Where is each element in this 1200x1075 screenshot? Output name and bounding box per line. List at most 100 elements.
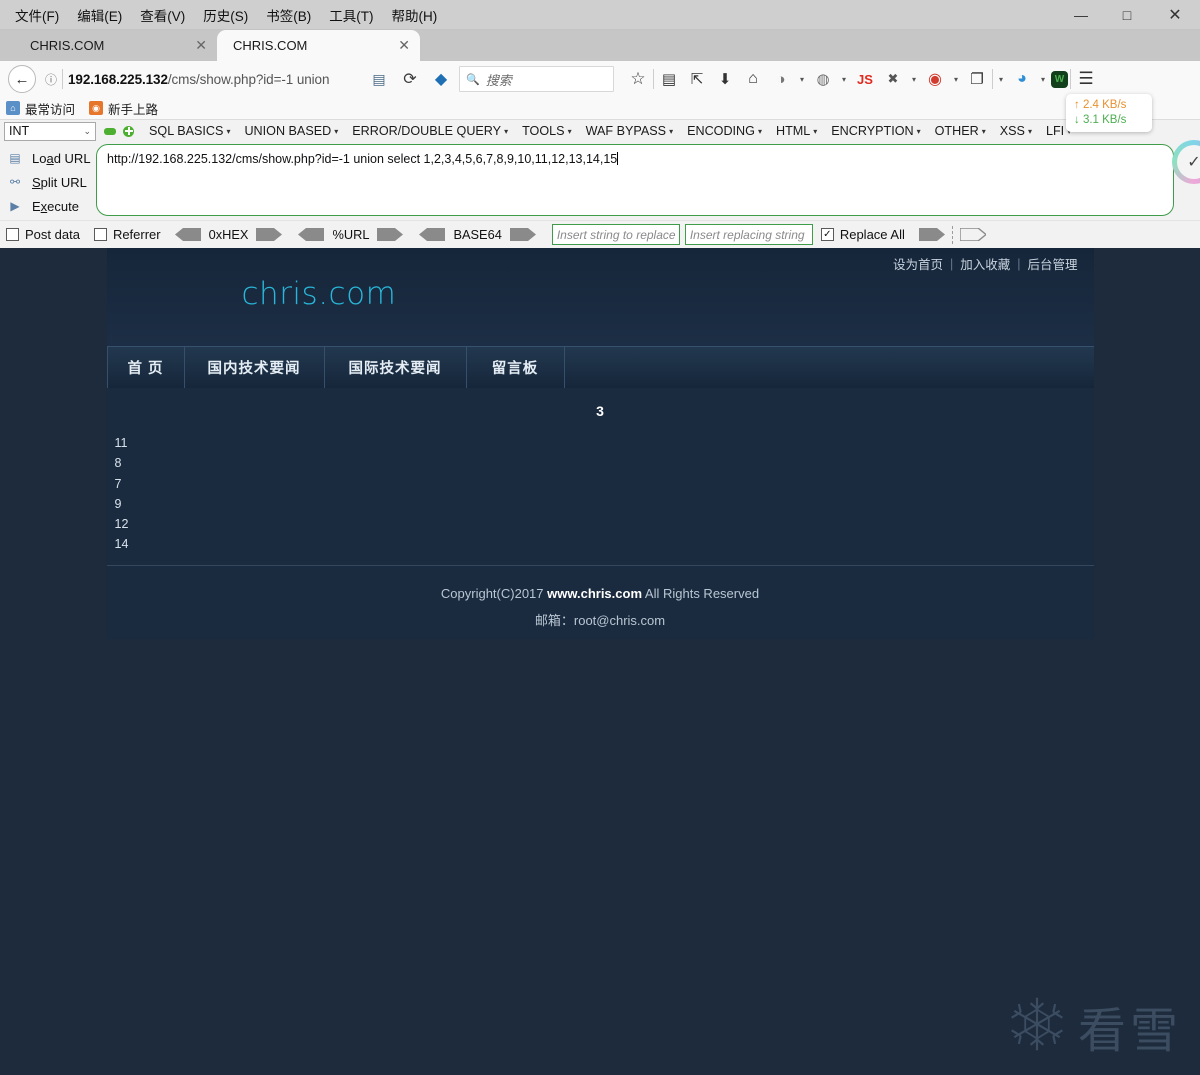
menu-view[interactable]: 查看(V) (131, 1, 194, 29)
reload-icon[interactable]: ⟳ (397, 66, 423, 92)
lure-icon[interactable]: ◉ (922, 66, 948, 92)
execute-button[interactable]: ▶ Execute (0, 194, 96, 218)
menu-tools[interactable]: TOOLS ▾ (515, 124, 578, 138)
link-admin-panel[interactable]: 后台管理 (1027, 254, 1077, 273)
replace-all-checkbox[interactable]: ✓ Replace All (820, 227, 905, 242)
footer-site-name: www.chris.com (547, 585, 643, 601)
tab-chris-com-2[interactable]: CHRIS.COM ✕ (217, 30, 420, 61)
divider (62, 69, 64, 89)
minimize-button[interactable]: — (1058, 0, 1104, 30)
save-page-icon[interactable]: ⇱ (684, 66, 710, 92)
bug-icon[interactable]: ✖ (880, 66, 906, 92)
extension-circle-icon[interactable]: ✓ (1172, 140, 1200, 184)
minus-icon[interactable] (104, 127, 116, 135)
replace-undo-arrow-icon[interactable] (959, 228, 986, 241)
split-url-icon: ⚯ (9, 175, 21, 189)
chevron-down-icon[interactable]: ▾ (796, 75, 808, 84)
url-encoder-group: %URL (298, 227, 404, 242)
link-set-homepage[interactable]: 设为首页 (893, 254, 943, 273)
menu-other[interactable]: OTHER ▾ (928, 124, 993, 138)
menu-tools[interactable]: 工具(T) (320, 1, 382, 29)
footer-email-line: 邮箱：root@chris.com (534, 612, 666, 628)
post-data-checkbox[interactable]: Post data (6, 227, 80, 242)
bookmark-star-icon[interactable]: ☆ (625, 66, 651, 92)
download-speed: ↓ 3.1 KB/s (1074, 114, 1127, 126)
hamburger-menu-icon[interactable]: ☰ (1073, 66, 1099, 92)
hackbar-url-textarea[interactable]: http://192.168.225.132/cms/show.php?id=-… (96, 144, 1174, 216)
replace-apply-arrow-icon[interactable] (918, 228, 945, 241)
globe-icon[interactable]: ◍ (810, 66, 836, 92)
tab-strip: CHRIS.COM ✕ CHRIS.COM ✕ (0, 30, 1200, 61)
menu-sql-basics[interactable]: SQL BASICS ▾ (142, 124, 237, 138)
type-select[interactable]: INT ⌄ (4, 121, 96, 141)
menu-waf-bypass[interactable]: WAF BYPASS ▾ (579, 124, 681, 138)
chevron-down-icon: ▾ (757, 126, 762, 136)
site-info-icon[interactable]: ⓘ (45, 71, 57, 88)
clipboard-icon[interactable]: ❐ (964, 66, 990, 92)
close-icon[interactable]: ✕ (392, 37, 410, 54)
menu-bookmarks[interactable]: 书签(B) (257, 1, 320, 29)
nav-item-guestbook[interactable]: 留言板 (467, 347, 565, 388)
nav-item-home[interactable]: 首 页 (106, 347, 185, 388)
bookmark-most-visited[interactable]: ⌂ 最常访问 (6, 99, 75, 118)
palette-icon[interactable]: ◑ (768, 66, 794, 92)
menu-encryption[interactable]: ENCRYPTION ▾ (824, 124, 927, 138)
menu-edit[interactable]: 编辑(E) (68, 1, 131, 29)
arrow-right-icon[interactable] (509, 228, 536, 241)
menu-html[interactable]: HTML ▾ (769, 124, 824, 138)
chevron-down-icon: ▾ (567, 126, 572, 136)
menu-error-double-query[interactable]: ERROR/DOUBLE QUERY ▾ (345, 124, 515, 138)
upload-speed: ↑ 2.4 KB/s (1074, 99, 1127, 111)
pocket-icon[interactable]: ◆ (428, 66, 454, 92)
tab-chris-com-1[interactable]: CHRIS.COM ✕ (14, 30, 217, 61)
reader-mode-icon[interactable]: ▤ (366, 66, 392, 92)
arrow-left-icon[interactable] (298, 228, 325, 241)
hackbar-main: ▤ Load URL ⚯ Split URL ▶ Execute http://… (0, 94, 1200, 220)
replace-with-input[interactable]: Insert replacing string (684, 224, 813, 245)
chevron-down-icon[interactable]: ▾ (908, 75, 920, 84)
menu-file[interactable]: 文件(F) (6, 1, 68, 29)
link-add-favorite[interactable]: 加入收藏 (960, 254, 1010, 273)
back-icon[interactable]: ← (8, 65, 36, 93)
referrer-checkbox[interactable]: Referrer (93, 227, 161, 242)
bookmark-getting-started[interactable]: ◉ 新手上路 (89, 99, 158, 118)
maximize-button[interactable]: □ (1104, 0, 1150, 30)
address-bar[interactable]: ⓘ 192.168.225.132/cms/show.php?id=-1 uni… (41, 65, 361, 93)
text-cursor (617, 152, 619, 165)
close-icon[interactable]: ✕ (189, 37, 207, 54)
nav-item-domestic-news[interactable]: 国内技术要闻 (185, 347, 325, 388)
close-button[interactable]: ✕ (1150, 0, 1200, 30)
menu-history[interactable]: 历史(S) (194, 1, 257, 29)
shield-icon[interactable]: W (1051, 70, 1068, 88)
replace-search-input[interactable]: Insert string to replace (551, 224, 680, 245)
home-icon[interactable]: ⌂ (740, 66, 766, 92)
chevron-down-icon[interactable]: ▾ (950, 75, 962, 84)
chevron-down-icon[interactable]: ▾ (838, 75, 850, 84)
menu-help[interactable]: 帮助(H) (383, 1, 447, 29)
page-viewport: 设为首页 | 加入收藏 | 后台管理 chris.com 首 页 国内技术要闻 … (0, 248, 1200, 1075)
chevron-down-icon: ▾ (504, 126, 509, 136)
library-icon[interactable]: ▤ (656, 66, 682, 92)
color-picker-icon[interactable]: ◕ (1009, 66, 1035, 92)
chevron-down-icon[interactable]: ▾ (1037, 75, 1049, 84)
menu-union-based[interactable]: UNION BASED ▾ (237, 124, 345, 138)
replace-all-label: Replace All (839, 227, 905, 242)
arrow-right-icon[interactable] (377, 228, 404, 241)
arrow-left-icon[interactable] (174, 228, 201, 241)
menu-xss[interactable]: XSS ▾ (993, 124, 1039, 138)
load-url-button[interactable]: ▤ Load URL (0, 146, 96, 170)
hex-label: 0xHEX (208, 227, 249, 242)
download-icon[interactable]: ⬇ (712, 66, 738, 92)
arrow-right-icon[interactable] (256, 228, 283, 241)
base64-converter-group: BASE64 (419, 227, 536, 242)
plus-icon[interactable] (123, 125, 134, 137)
toolbar-icons: ☆ ▤ ⇱ ⬇ ⌂ ◑ ▾ ◍ ▾ JS ✖ ▾ ◉ ▾ ❐ ▾ ◕ ▾ W ☰ (625, 66, 1099, 92)
site-logo[interactable]: chris.com (242, 276, 397, 312)
chevron-down-icon[interactable]: ▾ (995, 75, 1007, 84)
search-input[interactable]: 🔍 搜索 (459, 66, 614, 92)
nav-item-international-news[interactable]: 国际技术要闻 (325, 347, 467, 388)
split-url-button[interactable]: ⚯ Split URL (0, 170, 96, 194)
menu-encoding[interactable]: ENCODING ▾ (680, 124, 769, 138)
arrow-left-icon[interactable] (419, 228, 446, 241)
javascript-toggle-icon[interactable]: JS (852, 66, 878, 92)
